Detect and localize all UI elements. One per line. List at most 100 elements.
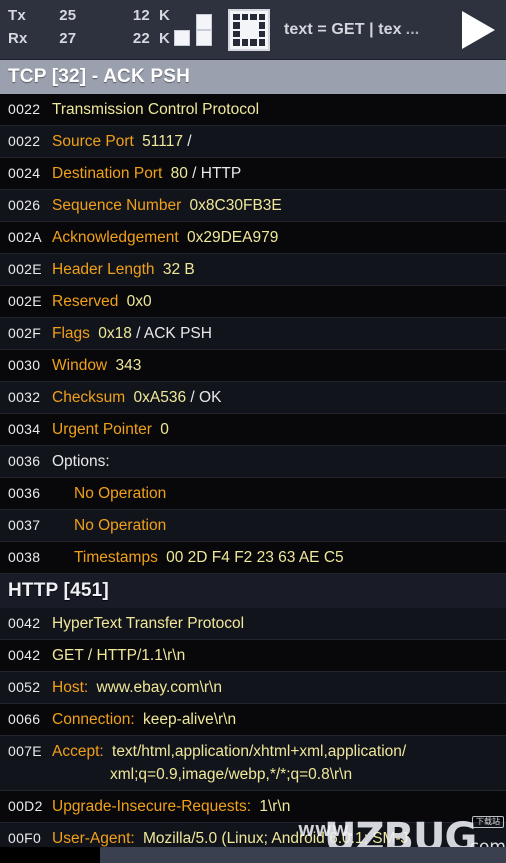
field-row[interactable]: 0042 HyperText Transfer Protocol — [0, 608, 506, 640]
field-body: Connection: keep-alive\r\n — [52, 708, 502, 731]
filter-expression[interactable]: text = GET | tex... — [284, 21, 450, 39]
field-offset: 0052 — [8, 679, 41, 695]
tx-unit: K — [158, 6, 170, 24]
field-row[interactable]: 0034 Urgent Pointer 0 — [0, 414, 506, 446]
field-name: User-Agent: — [52, 830, 135, 847]
field-body: Sequence Number 0x8C30FB3E — [52, 194, 502, 217]
field-row[interactable]: 0036 Options: — [0, 446, 506, 478]
field-body: Host: www.ebay.com\r\n — [52, 676, 502, 699]
field-name: Flags — [52, 325, 90, 342]
field-body: Reserved 0x0 — [52, 290, 502, 313]
squares-icon[interactable] — [174, 10, 214, 50]
field-value: 0 — [155, 421, 169, 438]
field-name: Urgent Pointer — [52, 421, 152, 438]
field-row[interactable]: 0038 Timestamps 00 2D F4 F2 23 63 AE C5 — [0, 542, 506, 574]
field-row[interactable]: 0032 Checksum 0xA536 / OK — [0, 382, 506, 414]
field-value: 343 — [111, 357, 142, 374]
field-value: 0xA536 — [129, 389, 187, 406]
field-offset: 0042 — [8, 615, 41, 631]
tx-bytes: 12 — [132, 6, 150, 24]
field-row[interactable]: 0042 GET / HTTP/1.1\r\n — [0, 640, 506, 672]
field-value: 0x8C30FB3E — [185, 197, 282, 214]
field-value: 32 B — [158, 261, 195, 278]
field-name: Acknowledgement — [52, 229, 179, 246]
field-offset: 002E — [8, 293, 42, 309]
field-row[interactable]: 002E Reserved 0x0 — [0, 286, 506, 318]
field-value: text/html,application/xhtml+xml,applicat… — [107, 743, 407, 760]
field-offset: 0037 — [8, 517, 41, 533]
field-row[interactable]: 002F Flags 0x18 / ACK PSH — [0, 318, 506, 350]
field-name: Checksum — [52, 389, 126, 406]
field-offset: 0024 — [8, 165, 41, 181]
protocol-header[interactable]: HTTP [451] — [0, 574, 506, 608]
field-name: Source Port — [52, 133, 134, 150]
field-value: 1\r\n — [255, 798, 291, 815]
rx-unit: K — [158, 29, 170, 47]
field-name: Host: — [52, 679, 89, 696]
field-row[interactable]: 0022 Transmission Control Protocol — [0, 94, 506, 126]
field-body: Window 343 — [52, 354, 502, 377]
field-name: Accept: — [52, 743, 104, 760]
packet-detail-screen: Tx 25 12 K Rx 27 22 K text = GET | tex..… — [0, 0, 506, 863]
field-value-suffix: / OK — [186, 389, 222, 406]
field-offset: 00D2 — [8, 798, 43, 814]
field-name: No Operation — [74, 485, 167, 502]
field-offset: 0066 — [8, 711, 41, 727]
field-row[interactable]: 0026 Sequence Number 0x8C30FB3E — [0, 190, 506, 222]
rx-label: Rx — [8, 29, 28, 47]
field-body: No Operation — [52, 514, 502, 537]
field-value: 0x0 — [122, 293, 152, 310]
field-row[interactable]: 0022 Source Port 51117 / — [0, 126, 506, 158]
field-row[interactable]: 007E Accept: text/html,application/xhtml+… — [0, 736, 506, 791]
rx-stat-row: Rx 27 22 K — [8, 30, 170, 53]
field-body: Header Length 32 B — [52, 258, 502, 281]
field-body: Urgent Pointer 0 — [52, 418, 502, 441]
field-body: Destination Port 80 / HTTP — [52, 162, 502, 185]
tx-stat-row: Tx 25 12 K — [8, 7, 170, 30]
field-value-suffix: / HTTP — [187, 165, 242, 182]
field-value: 51117 — [137, 133, 183, 150]
play-button[interactable] — [450, 0, 506, 60]
field-body: HyperText Transfer Protocol — [52, 612, 502, 635]
field-row[interactable]: 0024 Destination Port 80 / HTTP — [0, 158, 506, 190]
field-name: HyperText Transfer Protocol — [52, 615, 245, 632]
field-offset: 0022 — [8, 133, 41, 149]
filter-value: text = GET | tex — [284, 20, 402, 38]
field-offset: 0038 — [8, 549, 41, 565]
field-name: Window — [52, 357, 108, 374]
field-body: Transmission Control Protocol — [52, 98, 502, 121]
field-offset: 002A — [8, 229, 42, 245]
field-offset: 0032 — [8, 389, 41, 405]
field-row[interactable]: 0030 Window 343 — [0, 350, 506, 382]
field-offset: 0036 — [8, 453, 41, 469]
field-body: Acknowledgement 0x29DEA979 — [52, 226, 502, 249]
field-offset: 002F — [8, 325, 42, 341]
field-row[interactable]: 0066 Connection: keep-alive\r\n — [0, 704, 506, 736]
field-body: No Operation — [52, 482, 502, 505]
field-row[interactable]: 002E Header Length 32 B — [0, 254, 506, 286]
field-name: Sequence Number — [52, 197, 182, 214]
field-name: Destination Port — [52, 165, 163, 182]
field-body: Flags 0x18 / ACK PSH — [52, 322, 502, 345]
field-body: Upgrade-Insecure-Requests: 1\r\n — [52, 795, 502, 818]
field-body: Options: — [52, 450, 502, 473]
field-row[interactable]: 0052 Host: www.ebay.com\r\n — [0, 672, 506, 704]
field-name: Options: — [52, 453, 110, 470]
field-name: No Operation — [74, 517, 167, 534]
field-value-suffix: / ACK PSH — [131, 325, 212, 342]
field-row[interactable]: 002A Acknowledgement 0x29DEA979 — [0, 222, 506, 254]
protocol-header[interactable]: TCP [32] - ACK PSH — [0, 60, 506, 94]
field-row[interactable]: 0036 No Operation — [0, 478, 506, 510]
field-row[interactable]: 0037 No Operation — [0, 510, 506, 542]
play-icon — [461, 10, 495, 49]
field-offset: 0042 — [8, 647, 41, 663]
field-offset: 002E — [8, 261, 42, 277]
bottom-bar-left-block — [0, 847, 100, 863]
field-value: www.ebay.com\r\n — [92, 679, 222, 696]
field-row[interactable]: 00D2 Upgrade-Insecure-Requests: 1\r\n — [0, 791, 506, 823]
field-value: 0x18 — [93, 325, 132, 342]
field-value: 0x29DEA979 — [182, 229, 279, 246]
hex-grid-icon[interactable] — [228, 8, 270, 51]
tx-label: Tx — [8, 6, 26, 24]
rx-count: 27 — [59, 29, 77, 47]
